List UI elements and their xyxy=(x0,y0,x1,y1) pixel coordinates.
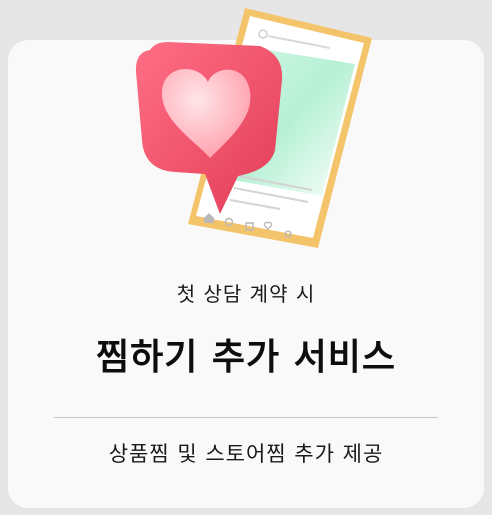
promo-subtitle: 첫 상담 계약 시 xyxy=(176,282,316,306)
hero-illustration xyxy=(135,8,372,248)
divider xyxy=(54,417,438,418)
promo-title: 찜하기 추가 서비스 xyxy=(95,337,397,378)
promo-description: 상품찜 및 스토어찜 추가 제공 xyxy=(108,442,384,466)
